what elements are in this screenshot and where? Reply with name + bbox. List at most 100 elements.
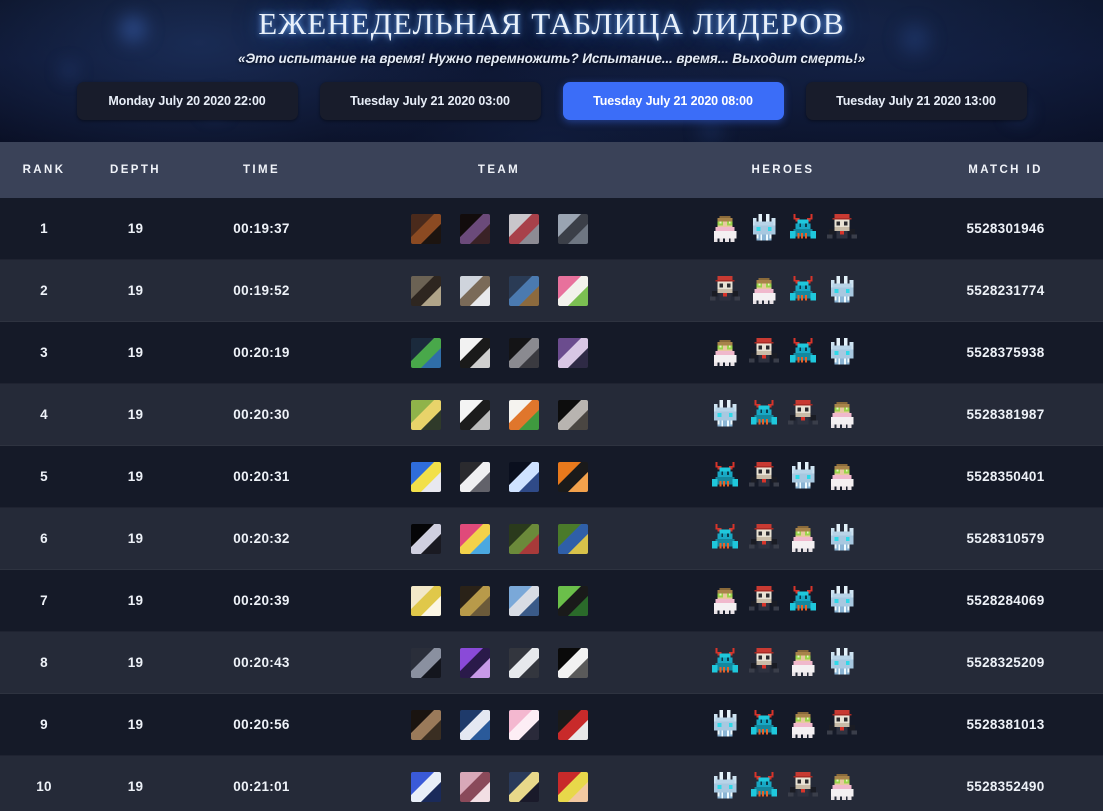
avatar-black-starfield[interactable] bbox=[410, 523, 441, 554]
hero-gunner-icon[interactable] bbox=[709, 275, 740, 306]
avatar-person-red-coat-snow[interactable] bbox=[508, 213, 539, 244]
table-row[interactable]: 10 19 00:21:01 5528352490 bbox=[0, 756, 1103, 811]
hero-frost-icon[interactable] bbox=[788, 461, 818, 492]
avatar-anime-blue-scene[interactable] bbox=[459, 709, 490, 740]
table-row[interactable]: 4 19 00:20:30 5528381987 bbox=[0, 384, 1103, 446]
avatar-question-mark-default[interactable] bbox=[508, 647, 539, 678]
avatar-city-photo-blue[interactable] bbox=[508, 585, 539, 616]
hero-sage-icon[interactable] bbox=[788, 710, 818, 740]
avatar-person-yellow-outfit[interactable] bbox=[410, 399, 441, 430]
hero-frost-icon[interactable] bbox=[710, 771, 740, 802]
hero-sage-icon[interactable] bbox=[788, 648, 818, 678]
avatar-pixel-landscape-green[interactable] bbox=[410, 337, 441, 368]
avatar-orange-creature-dark-room[interactable] bbox=[410, 213, 441, 244]
hero-sage-icon[interactable] bbox=[710, 214, 740, 244]
hero-gunner-icon[interactable] bbox=[826, 213, 857, 244]
hero-crab-icon[interactable] bbox=[749, 399, 779, 430]
avatar-pink-frog-meme[interactable] bbox=[557, 275, 588, 306]
table-row[interactable]: 2 19 00:19:52 5528231774 bbox=[0, 260, 1103, 322]
avatar-dark-abstract-figure[interactable] bbox=[508, 337, 539, 368]
hero-crab-icon[interactable] bbox=[710, 461, 740, 492]
avatar-colorful-skull-art[interactable] bbox=[459, 523, 490, 554]
cell-rank: 4 bbox=[40, 407, 48, 422]
hero-crab-icon[interactable] bbox=[749, 709, 779, 740]
time-slot-tab-2[interactable]: Tuesday July 21 2020 08:00 bbox=[562, 82, 784, 120]
hero-sage-icon[interactable] bbox=[710, 586, 740, 616]
hero-sage-icon[interactable] bbox=[710, 338, 740, 368]
hero-sage-icon[interactable] bbox=[827, 462, 857, 492]
cell-time: 00:20:30 bbox=[233, 407, 290, 422]
hero-crab-icon[interactable] bbox=[788, 275, 818, 306]
hero-gunner-icon[interactable] bbox=[748, 647, 779, 678]
avatar-silhouette-grey-sky[interactable] bbox=[557, 213, 588, 244]
avatar-orange-sunglasses[interactable] bbox=[557, 461, 588, 492]
hero-frost-icon[interactable] bbox=[710, 399, 740, 430]
avatar-portrait-bw-woman[interactable] bbox=[557, 399, 588, 430]
column-header-time: TIME bbox=[242, 164, 281, 176]
avatar-manga-sketch-bw[interactable] bbox=[459, 399, 490, 430]
avatar-green-pepe-meme[interactable] bbox=[557, 585, 588, 616]
avatar-skull-logo-black[interactable] bbox=[557, 647, 588, 678]
avatar-dark-photo-person[interactable] bbox=[410, 709, 441, 740]
avatar-anime-girl-purple-hair[interactable] bbox=[557, 337, 588, 368]
table-row[interactable]: 5 19 00:20:31 5528350401 bbox=[0, 446, 1103, 508]
avatar-white-sketch-dark[interactable] bbox=[459, 461, 490, 492]
hero-gunner-icon[interactable] bbox=[748, 585, 779, 616]
avatar-kirby-pink[interactable] bbox=[508, 709, 539, 740]
hero-crab-icon[interactable] bbox=[749, 771, 779, 802]
avatar-banana-peeled[interactable] bbox=[410, 585, 441, 616]
team-avatars bbox=[340, 213, 658, 244]
avatar-anime-blue-hair-girl[interactable] bbox=[410, 771, 441, 802]
hero-crab-icon[interactable] bbox=[788, 585, 818, 616]
avatar-anime-pink-pair[interactable] bbox=[459, 771, 490, 802]
hero-frost-icon[interactable] bbox=[827, 275, 857, 306]
avatar-space-comet[interactable] bbox=[508, 461, 539, 492]
hero-sage-icon[interactable] bbox=[827, 772, 857, 802]
hero-crab-icon[interactable] bbox=[710, 523, 740, 554]
avatar-red-yellow-cartoon[interactable] bbox=[557, 771, 588, 802]
hero-frost-icon[interactable] bbox=[827, 337, 857, 368]
hero-icons bbox=[658, 647, 908, 678]
avatar-blue-text-meme[interactable] bbox=[410, 461, 441, 492]
avatar-purple-night-sky[interactable] bbox=[459, 647, 490, 678]
hero-crab-icon[interactable] bbox=[788, 337, 818, 368]
hero-frost-icon[interactable] bbox=[749, 213, 779, 244]
avatar-dark-closeup-purple-light[interactable] bbox=[459, 213, 490, 244]
time-slot-tab-3[interactable]: Tuesday July 21 2020 13:00 bbox=[805, 82, 1027, 120]
avatar-boar-animal-outdoors[interactable] bbox=[410, 275, 441, 306]
hero-gunner-icon[interactable] bbox=[748, 461, 779, 492]
hero-gunner-icon[interactable] bbox=[787, 771, 818, 802]
table-row[interactable]: 3 19 00:20:19 5528375938 bbox=[0, 322, 1103, 384]
hero-sage-icon[interactable] bbox=[788, 524, 818, 554]
hero-crab-icon[interactable] bbox=[710, 647, 740, 678]
table-row[interactable]: 6 19 00:20:32 5528310579 bbox=[0, 508, 1103, 570]
hero-frost-icon[interactable] bbox=[827, 523, 857, 554]
avatar-anime-blond-suit[interactable] bbox=[508, 771, 539, 802]
hero-frost-icon[interactable] bbox=[827, 585, 857, 616]
avatar-green-character-hat[interactable] bbox=[508, 523, 539, 554]
avatar-anime-red-black[interactable] bbox=[557, 709, 588, 740]
hero-sage-icon[interactable] bbox=[827, 400, 857, 430]
time-slot-tab-1[interactable]: Tuesday July 21 2020 03:00 bbox=[319, 82, 541, 120]
table-row[interactable]: 9 19 00:20:56 5528381013 bbox=[0, 694, 1103, 756]
table-row[interactable]: 8 19 00:20:43 5528325209 bbox=[0, 632, 1103, 694]
hero-frost-icon[interactable] bbox=[827, 647, 857, 678]
avatar-blue-helmet-character[interactable] bbox=[508, 275, 539, 306]
avatar-cartoon-cat-logo-green[interactable] bbox=[508, 399, 539, 430]
avatar-green-field-character[interactable] bbox=[557, 523, 588, 554]
hero-frost-icon[interactable] bbox=[710, 709, 740, 740]
cell-rank: 7 bbox=[40, 593, 48, 608]
avatar-manga-boy-bw[interactable] bbox=[459, 337, 490, 368]
hero-gunner-icon[interactable] bbox=[748, 337, 779, 368]
avatar-tabby-cat-face[interactable] bbox=[459, 275, 490, 306]
avatar-dark-hooded-person[interactable] bbox=[410, 647, 441, 678]
hero-gunner-icon[interactable] bbox=[787, 399, 818, 430]
hero-sage-icon[interactable] bbox=[749, 276, 779, 306]
time-slot-tab-0[interactable]: Monday July 20 2020 22:00 bbox=[76, 82, 298, 120]
avatar-hooded-figure-framed[interactable] bbox=[459, 585, 490, 616]
table-row[interactable]: 7 19 00:20:39 5528284069 bbox=[0, 570, 1103, 632]
table-row[interactable]: 1 19 00:19:37 5528301946 bbox=[0, 198, 1103, 260]
hero-crab-icon[interactable] bbox=[788, 213, 818, 244]
hero-gunner-icon[interactable] bbox=[826, 709, 857, 740]
hero-gunner-icon[interactable] bbox=[748, 523, 779, 554]
